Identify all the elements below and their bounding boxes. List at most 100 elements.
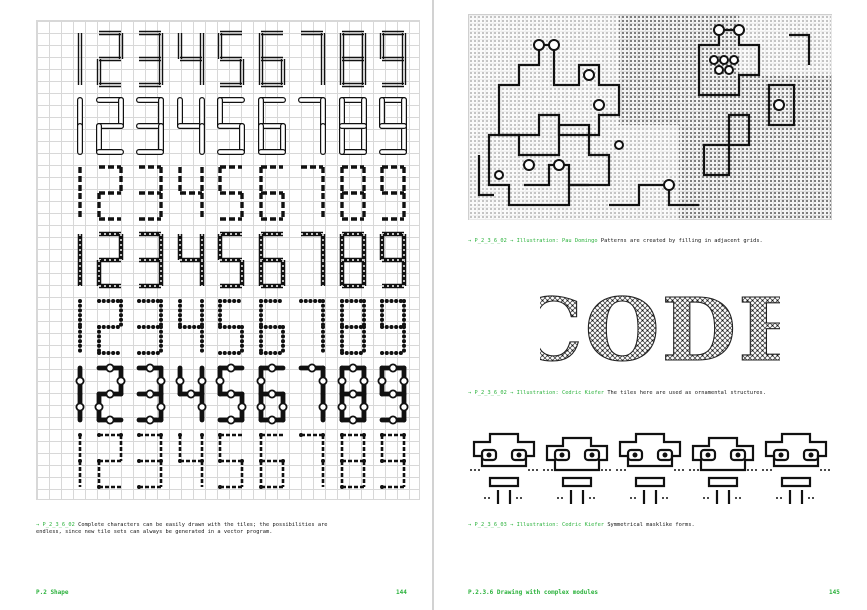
tile-digit-8 — [335, 295, 371, 359]
caption-arrow: → — [468, 238, 472, 244]
tile-digit-9 — [375, 94, 411, 158]
tile-digit-3 — [132, 362, 168, 426]
tile-digit-4 — [173, 94, 209, 158]
tile-digit-2 — [92, 295, 128, 359]
digit-glyph-drawing — [96, 299, 123, 355]
tile-digit-7 — [294, 429, 330, 493]
digit-row-crossed-chain — [51, 228, 411, 292]
digit-glyph-drawing — [339, 433, 366, 489]
digit-glyph-drawing — [139, 231, 164, 289]
digit-row-dashed — [51, 161, 411, 225]
mask-forms-drawing — [470, 432, 830, 504]
digit-glyph-drawing — [380, 433, 406, 489]
tile-digit-5 — [213, 161, 249, 225]
digit-glyph-drawing — [177, 299, 204, 355]
digit-glyph-drawing — [299, 433, 325, 487]
footer-page-number: 144 — [396, 589, 407, 596]
tile-digit-6 — [254, 161, 290, 225]
book-spread: → P_2_3_6_02 Complete characters can be … — [0, 0, 867, 610]
tile-digit-7 — [294, 94, 330, 158]
tile-digit-8 — [335, 94, 371, 158]
tile-digit-8 — [335, 228, 371, 292]
caption-text: Patterns are created by filling in adjac… — [600, 238, 763, 244]
digit-glyph-drawing — [218, 299, 244, 355]
digit-glyph-drawing — [139, 165, 163, 221]
tile-digit-1 — [51, 429, 87, 493]
digit-glyph-drawing — [258, 433, 285, 489]
digit-glyph-drawing — [217, 231, 245, 289]
tile-digit-4 — [173, 362, 209, 426]
mask-form — [762, 432, 830, 504]
tile-digit-5 — [213, 94, 249, 158]
mask-form — [470, 432, 538, 504]
digit-glyph-drawing — [337, 363, 368, 425]
digit-glyph-drawing — [177, 167, 204, 219]
digit-glyph-drawing — [137, 299, 163, 355]
code-caption: → P_2_3_6_02 → Illustration: Cedric Kief… — [468, 390, 788, 397]
digit-glyph-drawing — [136, 363, 166, 425]
tile-digit-4 — [173, 27, 209, 91]
tile-digit-8 — [335, 27, 371, 91]
pattern-caption: → P_2_3_6_02 → Illustration: Pau Domingo… — [468, 238, 788, 245]
caption-text: Complete characters can be easily drawn … — [36, 522, 328, 536]
tile-digit-6 — [254, 295, 290, 359]
mask-form — [543, 436, 611, 504]
tile-digit-2 — [92, 27, 128, 91]
tile-digit-6 — [254, 228, 290, 292]
tile-digit-3 — [132, 94, 168, 158]
tile-digit-7 — [294, 295, 330, 359]
digit-row-bold-beaded — [51, 362, 411, 426]
tile-digit-6 — [254, 94, 290, 158]
digit-glyph-drawing — [78, 167, 82, 219]
digit-glyph-drawing — [258, 165, 285, 221]
caption-text: The tiles here are used as ornamental st… — [607, 390, 767, 396]
digit-row-thin-double — [51, 27, 411, 91]
tile-digit-3 — [132, 161, 168, 225]
caption-reference: P_2_3_6_02 → Illustration: Cedric Kiefer — [474, 390, 605, 396]
digit-glyph-drawing — [215, 363, 247, 425]
code-word-drawing: CODE — [514, 279, 805, 381]
digit-glyph-drawing — [379, 30, 407, 88]
tile-digit-3 — [132, 27, 168, 91]
digit-row-dotted-stroke — [51, 295, 411, 359]
digit-glyph-drawing — [380, 299, 406, 355]
tile-digit-4 — [173, 429, 209, 493]
tile-digit-6 — [254, 362, 290, 426]
digit-glyph-drawing — [217, 30, 245, 88]
tile-digit-9 — [375, 429, 411, 493]
digit-glyph-drawing — [379, 231, 407, 289]
digit-glyph-drawing — [301, 165, 325, 219]
digit-glyph-drawing — [339, 30, 366, 88]
tile-digit-2 — [92, 161, 128, 225]
footer-section-label: P.2.3.6 Drawing with complex modules — [468, 589, 599, 596]
digit-glyph-drawing — [380, 165, 406, 221]
footer-page-number: 145 — [829, 589, 840, 596]
tile-digit-3 — [132, 228, 168, 292]
caption-text: Symmetrical masklike forms. — [607, 522, 695, 528]
tile-digit-7 — [294, 228, 330, 292]
tile-digit-5 — [213, 295, 249, 359]
tile-digit-8 — [335, 429, 371, 493]
digit-glyph-drawing — [379, 97, 407, 155]
caption-reference: P_2_3_6_02 — [42, 522, 75, 528]
tile-digit-7 — [294, 362, 330, 426]
digit-glyph-drawing — [96, 165, 123, 221]
digit-glyph-drawing — [258, 30, 285, 88]
digit-glyph-drawing — [258, 231, 285, 289]
digit-glyph-drawing — [339, 231, 366, 289]
digit-glyph-drawing — [218, 433, 244, 489]
digit-glyph-drawing — [339, 299, 366, 355]
digit-glyph-drawing — [137, 433, 163, 489]
caption-arrow: → — [468, 390, 472, 396]
caption-reference: P_2_3_6_03 → Illustration: Cedric Kiefer — [474, 522, 605, 528]
tile-digit-6 — [254, 27, 290, 91]
digit-glyph-drawing — [301, 231, 326, 286]
digit-glyph-drawing — [298, 97, 326, 155]
tile-digit-9 — [375, 295, 411, 359]
digit-glyph-drawing — [301, 30, 326, 85]
tile-digit-1 — [51, 161, 87, 225]
pattern-illustration — [468, 14, 833, 221]
footer-section-label: P.2 Shape — [36, 589, 69, 596]
tile-digit-4 — [173, 295, 209, 359]
code-word-text: CODE — [540, 280, 780, 378]
